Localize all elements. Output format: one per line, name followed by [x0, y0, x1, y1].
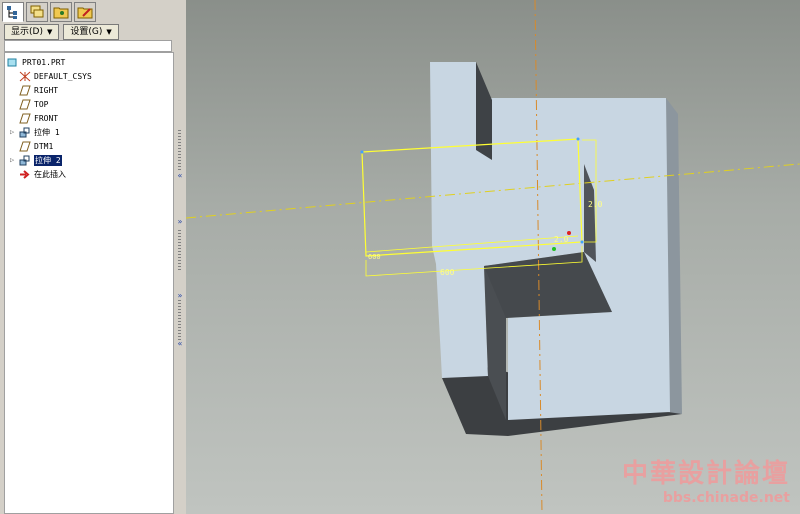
- part-icon: [7, 57, 19, 68]
- tree-item-label: 拉伸 2: [34, 155, 62, 166]
- tree-item-top[interactable]: TOP: [19, 98, 48, 111]
- settings-menu-label: 设置(G): [70, 27, 103, 37]
- tree-item-label: TOP: [34, 100, 49, 109]
- tree-item-dtm1[interactable]: DTM1: [19, 140, 53, 153]
- tree-item-label: DTM1: [34, 142, 54, 151]
- settings-menu-button[interactable]: 设置(G) ▼: [63, 24, 119, 40]
- datum-plane-icon: [19, 85, 31, 96]
- tree-item-label: RIGHT: [34, 86, 59, 95]
- collapse-arrow-icon[interactable]: «: [176, 340, 184, 348]
- watermark-title: 中華設計論壇: [621, 459, 790, 489]
- splitter-grip: [178, 130, 181, 170]
- splitter-grip: [178, 230, 181, 270]
- tree-item-label: PRT01.PRT: [22, 58, 66, 67]
- model-tree-tab[interactable]: [2, 2, 24, 22]
- layer-tab[interactable]: [26, 2, 48, 22]
- sketch-vertex: [580, 240, 584, 244]
- model-tree: PRT01.PRT DEFAULT_CSYS RIGHT TOP FRONT ▷…: [4, 52, 174, 514]
- datum-plane-icon: [19, 141, 31, 152]
- tree-header-strip: [4, 40, 172, 52]
- folder-tab[interactable]: [50, 2, 72, 22]
- tree-item-extrude-2[interactable]: ▷ 拉伸 2: [10, 154, 62, 167]
- datum-plane-icon: [19, 113, 31, 124]
- expand-arrow-icon[interactable]: »: [176, 218, 184, 226]
- collapse-arrow-icon[interactable]: «: [176, 172, 184, 180]
- tree-item-front[interactable]: FRONT: [19, 112, 58, 125]
- sketch-vertex: [360, 150, 364, 154]
- tree-item-label: FRONT: [34, 114, 59, 123]
- chevron-down-icon: ▼: [46, 28, 53, 36]
- tree-item-insert-here[interactable]: 在此插入: [19, 168, 66, 181]
- panel-splitter[interactable]: « » » «: [176, 0, 184, 514]
- tree-item-right[interactable]: RIGHT: [19, 84, 58, 97]
- sketch-origin-green: [552, 247, 556, 251]
- part-top-face: [430, 62, 670, 420]
- show-menu-button[interactable]: 显示(D) ▼: [4, 24, 60, 40]
- csys-icon: [19, 71, 31, 82]
- panel-tabbar: [2, 2, 96, 24]
- watermark-url: bbs.chinade.net: [662, 490, 790, 506]
- tree-item-label: 在此插入: [34, 170, 66, 179]
- tree-item-part[interactable]: PRT01.PRT: [7, 56, 65, 69]
- model-tree-panel: 显示(D) ▼ 设置(G) ▼ PRT01.PRT DEFAULT_CSYS RIG…: [0, 0, 179, 514]
- favorites-icon: [77, 7, 93, 19]
- extrude-icon: [19, 127, 31, 138]
- folder-icon: [53, 7, 69, 19]
- expand-icon[interactable]: ▷: [10, 128, 14, 136]
- splitter-grip: [178, 300, 181, 340]
- tree-item-csys[interactable]: DEFAULT_CSYS: [19, 70, 92, 83]
- graphics-viewport[interactable]: 600 2.0 2.0 600 中華設計論壇 bbs.chinade.net: [186, 0, 800, 514]
- insert-arrow-icon: [19, 169, 31, 180]
- tree-item-label: 拉伸 1: [34, 128, 60, 137]
- sketch-origin-red: [567, 231, 571, 235]
- favorites-tab[interactable]: [74, 2, 96, 22]
- model-tree-icon: [7, 6, 17, 19]
- layer-icon: [30, 5, 44, 18]
- show-menu-label: 显示(D): [11, 27, 43, 37]
- tree-item-label: DEFAULT_CSYS: [34, 72, 92, 81]
- dimension-height-label[interactable]: 2.0: [588, 200, 603, 209]
- tree-item-extrude-1[interactable]: ▷ 拉伸 1: [10, 126, 60, 139]
- chevron-down-icon: ▼: [106, 28, 112, 36]
- dimension-width-label[interactable]: 600: [440, 268, 455, 277]
- expand-icon[interactable]: ▷: [10, 156, 14, 164]
- datum-plane-icon: [19, 99, 31, 110]
- expand-arrow-icon[interactable]: »: [176, 292, 184, 300]
- sketch-vertex: [576, 137, 580, 141]
- model-view[interactable]: 600 2.0 2.0 600: [186, 0, 800, 514]
- watermark: 中華設計論壇 bbs.chinade.net: [622, 453, 790, 506]
- dimension-left-label[interactable]: 600: [368, 253, 381, 261]
- extrude-icon: [19, 155, 31, 166]
- dimension-offset-label[interactable]: 2.0: [554, 235, 569, 244]
